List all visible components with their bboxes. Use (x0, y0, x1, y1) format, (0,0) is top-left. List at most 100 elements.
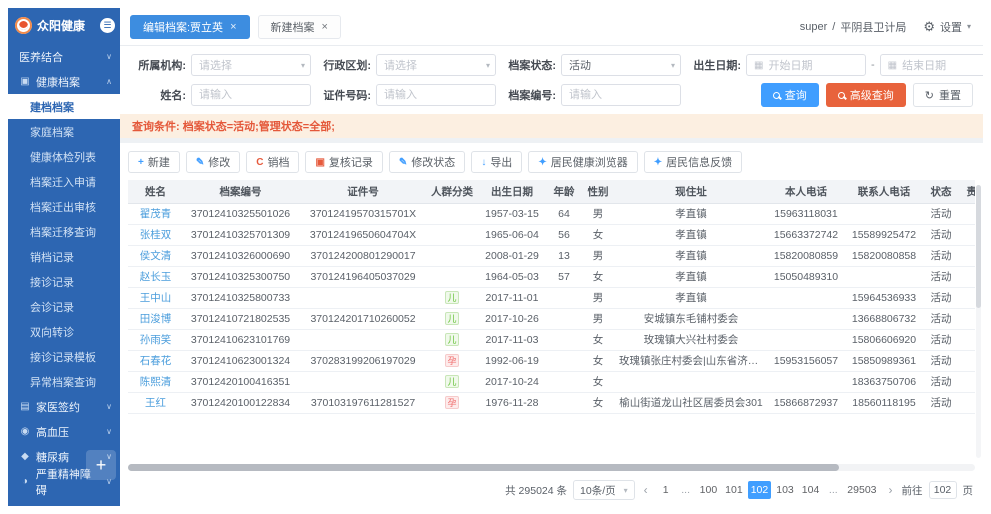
toolbar-button[interactable]: ↓ 导出 (471, 151, 522, 173)
toolbar-button-icon: ✎ (196, 157, 204, 168)
patient-name-link[interactable]: 张桂双 (140, 229, 172, 241)
page-number-button[interactable]: 100 (697, 481, 721, 499)
patient-name-link[interactable]: 王中山 (140, 292, 172, 304)
sidebar-item[interactable]: 接诊记录模板 (8, 344, 120, 369)
records-table: 姓名 档案编号 证件号 人群分类 出生日期 年龄 (128, 180, 975, 414)
table-row[interactable]: 陈熙清 37012420100416351 儿 2017-10-24 女 183… (128, 371, 975, 392)
sidebar-item[interactable]: 档案迁出审核 (8, 194, 120, 219)
document-tab[interactable]: 编辑档案:贾立英 × (130, 15, 250, 39)
contact-phone-cell: 15589925472 (846, 224, 922, 245)
archive-input[interactable] (561, 84, 681, 106)
page-number-button[interactable]: 103 (773, 481, 797, 499)
sidebar-item[interactable]: 异常档案查询 (8, 369, 120, 394)
toolbar-button[interactable]: ✎ 修改 (186, 151, 240, 173)
region-select[interactable]: 请选择 ▾ (376, 54, 496, 76)
menu-item-label: 档案迁入申请 (30, 174, 96, 190)
age-cell (548, 350, 580, 371)
sidebar-item[interactable]: 会诊记录 (8, 294, 120, 319)
sidebar-item[interactable]: 建档档案 (8, 94, 120, 119)
table-row[interactable]: 张桂双 37012410325701309 37012419650604704X… (128, 224, 975, 245)
phone-cell: 15953156057 (766, 350, 846, 371)
patient-name-link[interactable]: 孙雨笑 (140, 334, 172, 346)
archive-no-cell: 37012420100122834 (183, 392, 298, 413)
page-number-button[interactable]: ... (824, 481, 842, 499)
settings-menu[interactable]: 设置 (940, 19, 962, 35)
status-select[interactable]: 活动 ▾ (561, 54, 681, 76)
gear-icon[interactable]: ⚙ (923, 19, 935, 35)
page-number-button[interactable]: 29503 (844, 481, 879, 499)
goto-page-input[interactable] (929, 481, 957, 499)
prev-page-button[interactable]: ‹ (641, 483, 651, 497)
horizontal-scrollbar-thumb[interactable] (128, 464, 839, 471)
patient-name-link[interactable]: 王红 (145, 397, 166, 409)
toolbar-button[interactable]: C 销档 (246, 151, 299, 173)
table-row[interactable]: 侯文清 37012410326000690 370124200801290017… (128, 245, 975, 266)
sidebar-item[interactable]: 双向转诊 (8, 319, 120, 344)
patient-name-link[interactable]: 侯文清 (140, 250, 172, 262)
name-input[interactable] (191, 84, 311, 106)
age-cell: 57 (548, 266, 580, 287)
doctor-cell (960, 329, 975, 350)
column-header: 年龄 (548, 180, 580, 203)
close-tab-icon[interactable]: × (230, 21, 236, 33)
chevron-down-icon: ▾ (301, 61, 305, 70)
toolbar-button[interactable]: ✎ 修改状态 (389, 151, 465, 173)
sidebar-item[interactable]: 健康体检列表 (8, 144, 120, 169)
document-tab[interactable]: 新建档案 × (258, 15, 341, 39)
sidebar-item[interactable]: 家庭档案 (8, 119, 120, 144)
floating-plus-button[interactable]: + (86, 450, 116, 480)
patient-name-link[interactable]: 田浚博 (140, 313, 172, 325)
close-tab-icon[interactable]: × (322, 21, 328, 33)
menu-item-label: 家医签约 (36, 399, 80, 415)
reset-button[interactable]: ↻ 重置 (913, 83, 973, 107)
toolbar-button[interactable]: + 新建 (128, 151, 180, 173)
sidebar-item[interactable]: 档案迁移查询 (8, 219, 120, 244)
patient-name-link[interactable]: 石春花 (140, 355, 172, 367)
page-number-button[interactable]: 101 (722, 481, 746, 499)
page-size-select[interactable]: 10条/页 ▾ (573, 480, 635, 500)
table-row[interactable]: 石春花 37012410623001324 370283199206197029… (128, 350, 975, 371)
column-header: 责任医生 (960, 180, 975, 203)
birth-cell: 1957-03-15 (476, 203, 548, 224)
table-row[interactable]: 翟茂青 37012410325501026 37012419570315701X… (128, 203, 975, 224)
table-row[interactable]: 孙雨笑 37012410623101769 儿 2017-11-03 女 玫瑰镇… (128, 329, 975, 350)
toolbar-button[interactable]: ▣ 复核记录 (305, 151, 382, 173)
table-row[interactable]: 赵长玉 37012410325300750 370124196405037029… (128, 266, 975, 287)
birth-end-input[interactable]: ▦ 结束日期 (880, 54, 983, 76)
search-button[interactable]: 查询 (761, 83, 819, 107)
sidebar-item[interactable]: ▣ 健康档案 ∧ (8, 69, 120, 94)
birth-start-input[interactable]: ▦ 开始日期 (746, 54, 866, 76)
page-number-button[interactable]: 1 (657, 481, 675, 499)
page-number-button[interactable]: 104 (799, 481, 823, 499)
gender-cell: 女 (580, 224, 616, 245)
user-org: 平阴县卫计局 (840, 19, 906, 35)
search-icon (773, 92, 780, 99)
page-number-button[interactable]: ... (677, 481, 695, 499)
advanced-search-button[interactable]: 高级查询 (826, 83, 906, 107)
toolbar-button[interactable]: ✦ 居民信息反馈 (644, 151, 742, 173)
sidebar-item[interactable]: ▤ 家医签约 ∨ (8, 394, 120, 419)
table-row[interactable]: 田浚博 37012410721802535 370124201710260052… (128, 308, 975, 329)
table-row[interactable]: 王中山 37012410325800733 儿 2017-11-01 男 孝直镇… (128, 287, 975, 308)
sidebar-item[interactable]: ◉ 高血压 ∨ (8, 419, 120, 444)
patient-name-link[interactable]: 陈熙清 (140, 376, 172, 388)
contact-phone-cell (846, 266, 922, 287)
org-select[interactable]: 请选择 ▾ (191, 54, 311, 76)
sidebar-collapse-icon[interactable]: ☰ (100, 18, 115, 33)
page-number-button[interactable]: 102 (748, 481, 772, 499)
sidebar-item[interactable]: 销档记录 (8, 244, 120, 269)
patient-name-link[interactable]: 翟茂青 (140, 208, 172, 220)
cert-input[interactable] (376, 84, 496, 106)
gender-cell: 男 (580, 245, 616, 266)
sidebar-item[interactable]: 接诊记录 (8, 269, 120, 294)
sidebar-item[interactable]: 档案迁入申请 (8, 169, 120, 194)
table-row[interactable]: 王红 37012420100122834 370103197611281527 … (128, 392, 975, 413)
vertical-scrollbar-thumb[interactable] (976, 185, 981, 308)
chevron-down-icon: ▾ (486, 61, 490, 70)
patient-name-link[interactable]: 赵长玉 (140, 271, 172, 283)
sidebar-item[interactable]: 医养结合 ∨ (8, 44, 120, 69)
toolbar-button[interactable]: ✦ 居民健康浏览器 (528, 151, 637, 173)
archive-no-cell: 37012410623001324 (183, 350, 298, 371)
next-page-button[interactable]: › (886, 483, 896, 497)
birth-cell: 2017-10-26 (476, 308, 548, 329)
